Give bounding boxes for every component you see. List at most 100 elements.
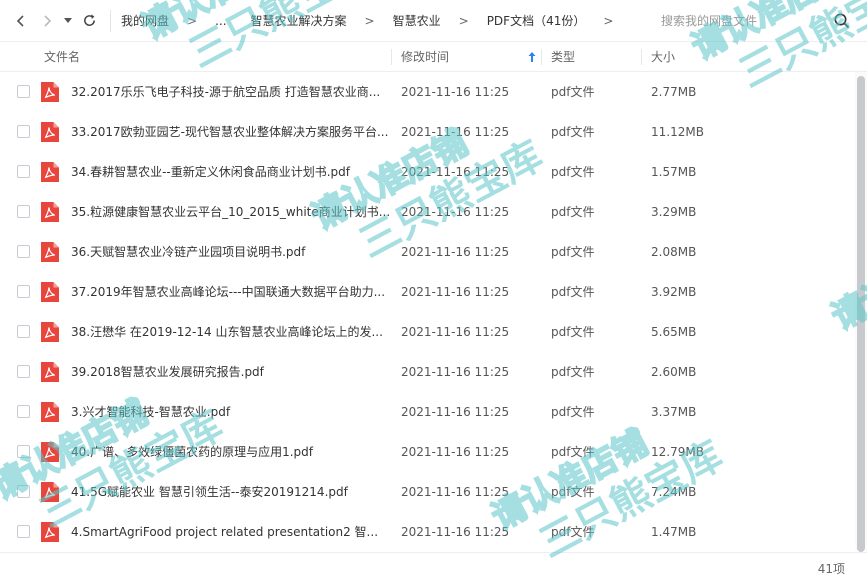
file-modified-time: 2021-11-16 11:25	[401, 205, 510, 219]
column-header-name[interactable]: 文件名	[44, 42, 80, 72]
row-checkbox[interactable]	[17, 325, 30, 338]
row-checkbox[interactable]	[17, 405, 30, 418]
file-name[interactable]: 35.粒源健康智慧农业云平台_10_2015_white商业计划书....	[71, 192, 391, 232]
row-checkbox[interactable]	[17, 125, 30, 138]
breadcrumb-separator-icon: >	[364, 13, 375, 28]
file-name[interactable]: 34.春耕智慧农业--重新定义休闲食品商业计划书.pdf	[71, 152, 391, 192]
pdf-file-icon	[41, 322, 59, 342]
file-modified-time: 2021-11-16 11:25	[401, 525, 510, 539]
row-checkbox[interactable]	[17, 365, 30, 378]
search-input[interactable]	[651, 14, 821, 28]
breadcrumb-item-root[interactable]: 我的网盘	[117, 12, 173, 29]
row-checkbox[interactable]	[17, 85, 30, 98]
file-type: pdf文件	[551, 365, 595, 379]
search-icon[interactable]	[833, 12, 851, 30]
file-modified-time: 2021-11-16 11:25	[401, 85, 510, 99]
file-row[interactable]: 37.2019年智慧农业高峰论坛---中国联通大数据平台助力... 2021-1…	[0, 272, 855, 312]
row-checkbox[interactable]	[17, 445, 30, 458]
file-size: 2.60MB	[651, 365, 697, 379]
search-box	[651, 7, 859, 35]
file-type: pdf文件	[551, 405, 595, 419]
pdf-file-icon	[41, 362, 59, 382]
file-size: 7.24MB	[651, 485, 697, 499]
file-row[interactable]: 40.广谱、多效绿僵菌农药的原理与应用1.pdf 2021-11-16 11:2…	[0, 432, 855, 472]
breadcrumb-item-pdf-docs[interactable]: PDF文档（41份）	[483, 12, 590, 29]
file-name[interactable]: 37.2019年智慧农业高峰论坛---中国联通大数据平台助力...	[71, 272, 391, 312]
refresh-icon	[83, 14, 95, 26]
file-name[interactable]: 36.天赋智慧农业冷链产业园项目说明书.pdf	[71, 232, 391, 272]
file-name[interactable]: 32.2017乐乐飞电子科技-源于航空品质 打造智慧农业商...	[71, 72, 391, 112]
file-row[interactable]: 35.粒源健康智慧农业云平台_10_2015_white商业计划书.... 20…	[0, 192, 855, 232]
file-name[interactable]: 39.2018智慧农业发展研究报告.pdf	[71, 352, 391, 392]
file-row[interactable]: 34.春耕智慧农业--重新定义休闲食品商业计划书.pdf 2021-11-16 …	[0, 152, 855, 192]
file-type: pdf文件	[551, 445, 595, 459]
file-size: 2.08MB	[651, 245, 697, 259]
pdf-file-icon	[41, 522, 59, 542]
breadcrumb-separator-icon: >	[603, 13, 614, 28]
file-modified-time: 2021-11-16 11:25	[401, 245, 510, 259]
row-checkbox[interactable]	[17, 285, 30, 298]
caret-down-icon	[64, 17, 72, 23]
pdf-file-icon	[41, 82, 59, 102]
file-modified-time: 2021-11-16 11:25	[401, 365, 510, 379]
file-modified-time: 2021-11-16 11:25	[401, 485, 510, 499]
file-type: pdf文件	[551, 205, 595, 219]
file-name[interactable]: 3.兴才智能科技-智慧农业.pdf	[71, 392, 391, 432]
sort-ascending-icon[interactable]	[527, 51, 537, 63]
row-checkbox[interactable]	[17, 165, 30, 178]
file-type: pdf文件	[551, 285, 595, 299]
file-type: pdf文件	[551, 165, 595, 179]
file-modified-time: 2021-11-16 11:25	[401, 125, 510, 139]
file-name[interactable]: 4.SmartAgriFood project related presenta…	[71, 512, 391, 550]
column-header-modified[interactable]: 修改时间	[401, 42, 449, 72]
file-name[interactable]: 38.汪懋华 在2019-12-14 山东智慧农业高峰论坛上的发...	[71, 312, 391, 352]
file-row[interactable]: 32.2017乐乐飞电子科技-源于航空品质 打造智慧农业商... 2021-11…	[0, 72, 855, 112]
breadcrumb-item-smart-agri[interactable]: 智慧农业	[389, 12, 445, 29]
column-header-type[interactable]: 类型	[551, 42, 575, 72]
file-row[interactable]: 33.2017欧勃亚园艺-现代智慧农业整体解决方案服务平台... 2021-11…	[0, 112, 855, 152]
nav-buttons	[0, 8, 102, 34]
back-button[interactable]	[8, 8, 34, 34]
column-header-size[interactable]: 大小	[651, 42, 675, 72]
file-size: 1.47MB	[651, 525, 697, 539]
file-size: 3.37MB	[651, 405, 697, 419]
file-size: 1.57MB	[651, 165, 697, 179]
breadcrumb-item-solutions[interactable]: 智慧农业解决方案	[231, 12, 351, 29]
pdf-file-icon	[41, 122, 59, 142]
refresh-button[interactable]	[76, 8, 102, 34]
file-row[interactable]: 39.2018智慧农业发展研究报告.pdf 2021-11-16 11:25 p…	[0, 352, 855, 392]
file-row[interactable]: 38.汪懋华 在2019-12-14 山东智慧农业高峰论坛上的发... 2021…	[0, 312, 855, 352]
toolbar-divider	[110, 9, 111, 32]
forward-button[interactable]	[34, 8, 60, 34]
history-dropdown-button[interactable]	[60, 8, 76, 34]
row-checkbox[interactable]	[17, 485, 30, 498]
pdf-file-icon	[41, 162, 59, 182]
file-modified-time: 2021-11-16 11:25	[401, 325, 510, 339]
file-name[interactable]: 41.5G赋能农业 智慧引领生活--泰安20191214.pdf	[71, 472, 391, 512]
pdf-file-icon	[41, 242, 59, 262]
file-type: pdf文件	[551, 525, 595, 539]
scrollbar-thumb[interactable]	[857, 76, 865, 552]
file-row[interactable]: 4.SmartAgriFood project related presenta…	[0, 512, 855, 550]
file-row[interactable]: 36.天赋智慧农业冷链产业园项目说明书.pdf 2021-11-16 11:25…	[0, 232, 855, 272]
row-checkbox[interactable]	[17, 205, 30, 218]
file-row[interactable]: 3.兴才智能科技-智慧农业.pdf 2021-11-16 11:25 pdf文件…	[0, 392, 855, 432]
file-row[interactable]: 41.5G赋能农业 智慧引领生活--泰安20191214.pdf 2021-11…	[0, 472, 855, 512]
file-type: pdf文件	[551, 125, 595, 139]
file-type: pdf文件	[551, 245, 595, 259]
file-name[interactable]: 33.2017欧勃亚园艺-现代智慧农业整体解决方案服务平台...	[71, 112, 391, 152]
file-name[interactable]: 40.广谱、多效绿僵菌农药的原理与应用1.pdf	[71, 432, 391, 472]
breadcrumb-item-ellipsis[interactable]: ...	[211, 14, 230, 28]
row-checkbox[interactable]	[17, 525, 30, 538]
pdf-file-icon	[41, 482, 59, 502]
row-checkbox[interactable]	[17, 245, 30, 258]
file-modified-time: 2021-11-16 11:25	[401, 285, 510, 299]
column-resize-handle[interactable]	[391, 49, 392, 65]
breadcrumb-separator-icon: >	[458, 13, 469, 28]
breadcrumb-separator-icon: >	[187, 13, 198, 28]
column-resize-handle[interactable]	[641, 49, 642, 65]
column-resize-handle[interactable]	[541, 49, 542, 65]
file-size: 3.92MB	[651, 285, 697, 299]
file-modified-time: 2021-11-16 11:25	[401, 405, 510, 419]
pdf-file-icon	[41, 202, 59, 222]
